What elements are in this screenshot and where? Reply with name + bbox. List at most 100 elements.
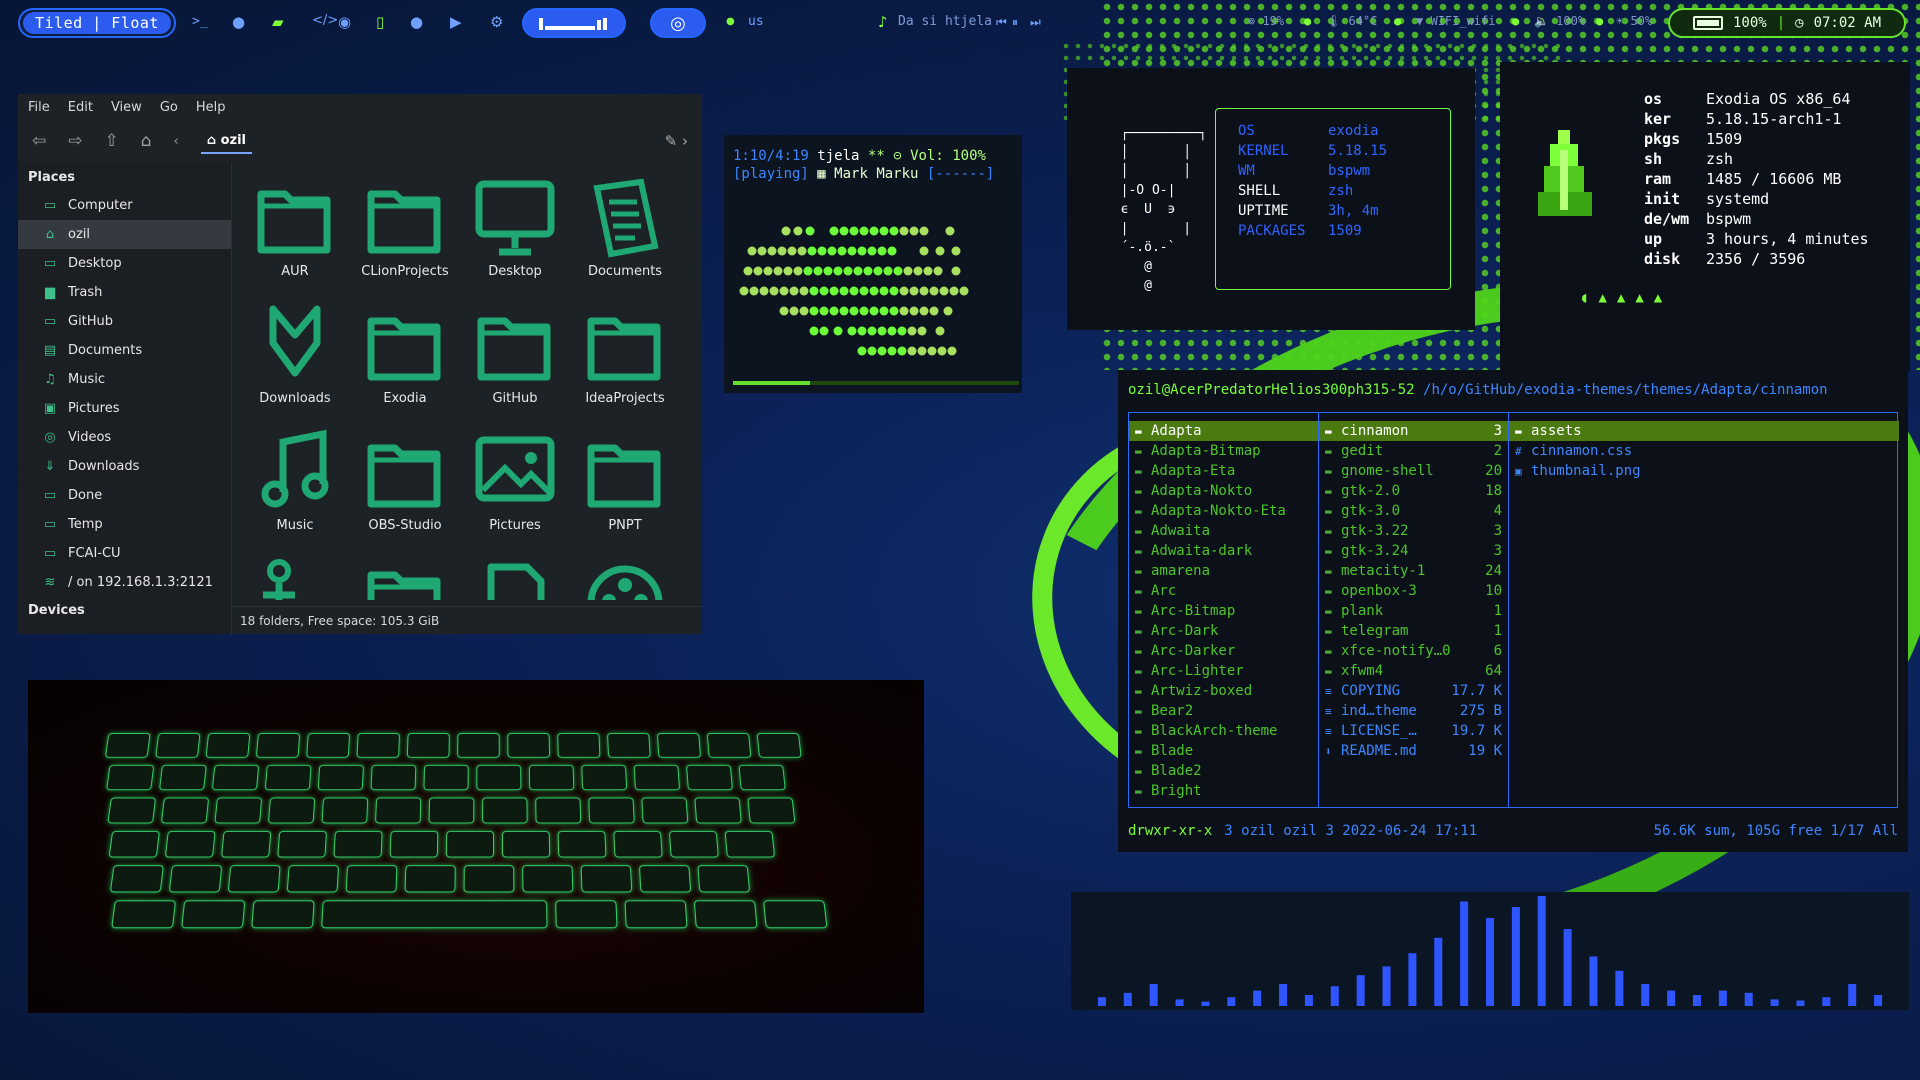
battery-clock-pill[interactable]: 100% | ◷ 07:02 AM: [1668, 8, 1906, 38]
gear-icon[interactable]: ⚙: [490, 13, 503, 31]
prev-track-icon[interactable]: ⏮: [996, 15, 1007, 30]
current-dir-entry[interactable]: ≡ COPYING 17.7 K: [1319, 681, 1508, 701]
parent-dir-entry[interactable]: ▬ Adapta-Nokto: [1129, 481, 1318, 501]
menu-file[interactable]: File: [28, 100, 50, 115]
folder-item-music[interactable]: Music: [240, 426, 350, 553]
sidebar-item-done[interactable]: ▭ Done: [18, 481, 231, 510]
path-left-arrow-icon[interactable]: ‹: [174, 134, 179, 149]
sidebar-item-fcai-cu[interactable]: ▭ FCAI-CU: [18, 539, 231, 568]
current-dir-entry[interactable]: ▬ gedit 2: [1319, 441, 1508, 461]
sidebar-item-desktop[interactable]: ▭ Desktop: [18, 249, 231, 278]
parent-dir-entry[interactable]: ▬ Adapta-Nokto-Eta: [1129, 501, 1318, 521]
current-dir-entry[interactable]: ≡ LICENSE_… 19.7 K: [1319, 721, 1508, 741]
parent-dir-entry[interactable]: ▬ Artwiz-boxed: [1129, 681, 1318, 701]
current-dir-entry[interactable]: ≡ ind…theme 275 B: [1319, 701, 1508, 721]
parent-dir-entry[interactable]: ▬ Arc-Darker: [1129, 641, 1318, 661]
workspaces-indicator[interactable]: [522, 8, 626, 38]
sidebar-item-music[interactable]: ♫ Music: [18, 365, 231, 394]
sidebar-item-trash[interactable]: ▆ Trash: [18, 278, 231, 307]
current-dir-entry[interactable]: ▬ gtk-3.22 3: [1319, 521, 1508, 541]
up-icon[interactable]: ⇧: [105, 131, 119, 151]
folder-item-unnamed[interactable]: [350, 553, 460, 600]
folder-item-desktop[interactable]: Desktop: [460, 172, 570, 299]
sidebar-item-temp[interactable]: ▭ Temp: [18, 510, 231, 539]
sidebar-item-ozil[interactable]: ⌂ ozil: [18, 220, 231, 249]
brightness-status[interactable]: ☀ 50%: [1616, 14, 1652, 28]
video-icon[interactable]: ▶: [450, 13, 462, 31]
parent-dir-entry[interactable]: ▬ Adapta-Bitmap: [1129, 441, 1318, 461]
menu-view[interactable]: View: [111, 100, 142, 115]
menu-help[interactable]: Help: [196, 100, 226, 115]
sidebar-item-documents[interactable]: ▤ Documents: [18, 336, 231, 365]
folder-item-github[interactable]: GitHub: [460, 299, 570, 426]
preview-entry[interactable]: ▣ thumbnail.png: [1509, 461, 1899, 481]
parent-dir-entry[interactable]: ▬ Adapta-Eta: [1129, 461, 1318, 481]
home-icon[interactable]: ⌂: [141, 131, 152, 151]
keyboard-layout[interactable]: us: [748, 14, 764, 29]
folder-item-unnamed[interactable]: [460, 553, 570, 600]
files-icon[interactable]: ▰: [272, 13, 284, 31]
sidebar-item-downloads[interactable]: ⇓ Downloads: [18, 452, 231, 481]
sidebar-item-videos[interactable]: ◎ Videos: [18, 423, 231, 452]
folder-item-pictures[interactable]: Pictures: [460, 426, 570, 553]
github-icon[interactable]: ◉: [338, 13, 351, 31]
parent-dir-entry[interactable]: ▬ Arc: [1129, 581, 1318, 601]
terminal-launcher[interactable]: >_: [192, 14, 208, 29]
pause-icon[interactable]: ⏸: [1012, 15, 1018, 30]
preview-entry[interactable]: # cinnamon.css: [1509, 441, 1899, 461]
next-track-icon[interactable]: ⏭: [1030, 15, 1041, 30]
current-dir-entry[interactable]: ⬇ README.md 19 K: [1319, 741, 1508, 761]
now-playing[interactable]: Da si htjela: [898, 14, 992, 29]
folder-item-unnamed[interactable]: [240, 553, 350, 600]
folder-item-clionprojects[interactable]: CLionProjects: [350, 172, 460, 299]
progress-bar[interactable]: [733, 381, 1019, 385]
current-dir-entry[interactable]: ▬ openbox-3 10: [1319, 581, 1508, 601]
current-dir-entry[interactable]: ▬ xfwm4 64: [1319, 661, 1508, 681]
parent-dir-entry[interactable]: ▬ Arc-Bitmap: [1129, 601, 1318, 621]
volume-status[interactable]: 🔈 100%: [1534, 14, 1585, 28]
current-dir-entry[interactable]: ▬ telegram 1: [1319, 621, 1508, 641]
preview-entry[interactable]: ▬ assets: [1509, 421, 1899, 441]
folder-item-unnamed[interactable]: [570, 553, 680, 600]
menu-edit[interactable]: Edit: [68, 100, 93, 115]
parent-dir-entry[interactable]: ▬ amarena: [1129, 561, 1318, 581]
current-dir-entry[interactable]: ▬ gtk-2.0 18: [1319, 481, 1508, 501]
path-button[interactable]: ⌂ ozil: [200, 129, 253, 154]
current-dir-entry[interactable]: ▬ metacity-1 24: [1319, 561, 1508, 581]
sidebar-item-github[interactable]: ▭ GitHub: [18, 307, 231, 336]
parent-dir-entry[interactable]: ▬ Bright: [1129, 781, 1318, 801]
current-dir-entry[interactable]: ▬ gtk-3.0 4: [1319, 501, 1508, 521]
folder-item-downloads[interactable]: Downloads: [240, 299, 350, 426]
parent-dir-entry[interactable]: ▬ Arc-Lighter: [1129, 661, 1318, 681]
current-dir-entry[interactable]: ▬ xfce-notify…0 6: [1319, 641, 1508, 661]
edit-path-icon[interactable]: ✎ ›: [665, 132, 688, 150]
forward-icon[interactable]: ⇨: [68, 131, 82, 151]
folder-item-obs-studio[interactable]: OBS-Studio: [350, 426, 460, 553]
current-dir-entry[interactable]: ▬ gtk-3.24 3: [1319, 541, 1508, 561]
folder-item-pnpt[interactable]: PNPT: [570, 426, 680, 553]
code-icon[interactable]: </>: [312, 13, 338, 28]
parent-dir-entry[interactable]: ▬ Blade: [1129, 741, 1318, 761]
sidebar-item--on-192-168-1-3-2121[interactable]: ≋ / on 192.168.1.3:2121: [18, 568, 231, 597]
folder-item-documents[interactable]: Documents: [570, 172, 680, 299]
back-icon[interactable]: ⇦: [32, 131, 46, 151]
parent-dir-entry[interactable]: ▬ Adwaita: [1129, 521, 1318, 541]
wifi-status[interactable]: ▼ WIFI_wifi: [1416, 14, 1495, 28]
parent-dir-entry[interactable]: ▬ Blade2: [1129, 761, 1318, 781]
parent-dir-entry[interactable]: ▬ Arc-Dark: [1129, 621, 1318, 641]
browser-icon[interactable]: ●: [232, 13, 245, 31]
sidebar-item-pictures[interactable]: ▣ Pictures: [18, 394, 231, 423]
current-dir-entry[interactable]: ▬ plank 1: [1319, 601, 1508, 621]
folder-item-ideaprojects[interactable]: IdeaProjects: [570, 299, 680, 426]
layout-toggle[interactable]: Tiled | Float: [18, 8, 176, 38]
editor-icon[interactable]: ▯: [376, 13, 384, 31]
sidebar-item-computer[interactable]: ▭ Computer: [18, 191, 231, 220]
current-dir-entry[interactable]: ▬ cinnamon 3: [1319, 421, 1508, 441]
menu-go[interactable]: Go: [160, 100, 178, 115]
parent-dir-entry[interactable]: ▬ Bear2: [1129, 701, 1318, 721]
parent-dir-entry[interactable]: ▬ BlackArch-theme: [1129, 721, 1318, 741]
app-switcher[interactable]: ◎: [650, 8, 706, 38]
chat-icon[interactable]: ●: [410, 13, 423, 31]
folder-item-aur[interactable]: AUR: [240, 172, 350, 299]
parent-dir-entry[interactable]: ▬ Adapta: [1129, 421, 1318, 441]
